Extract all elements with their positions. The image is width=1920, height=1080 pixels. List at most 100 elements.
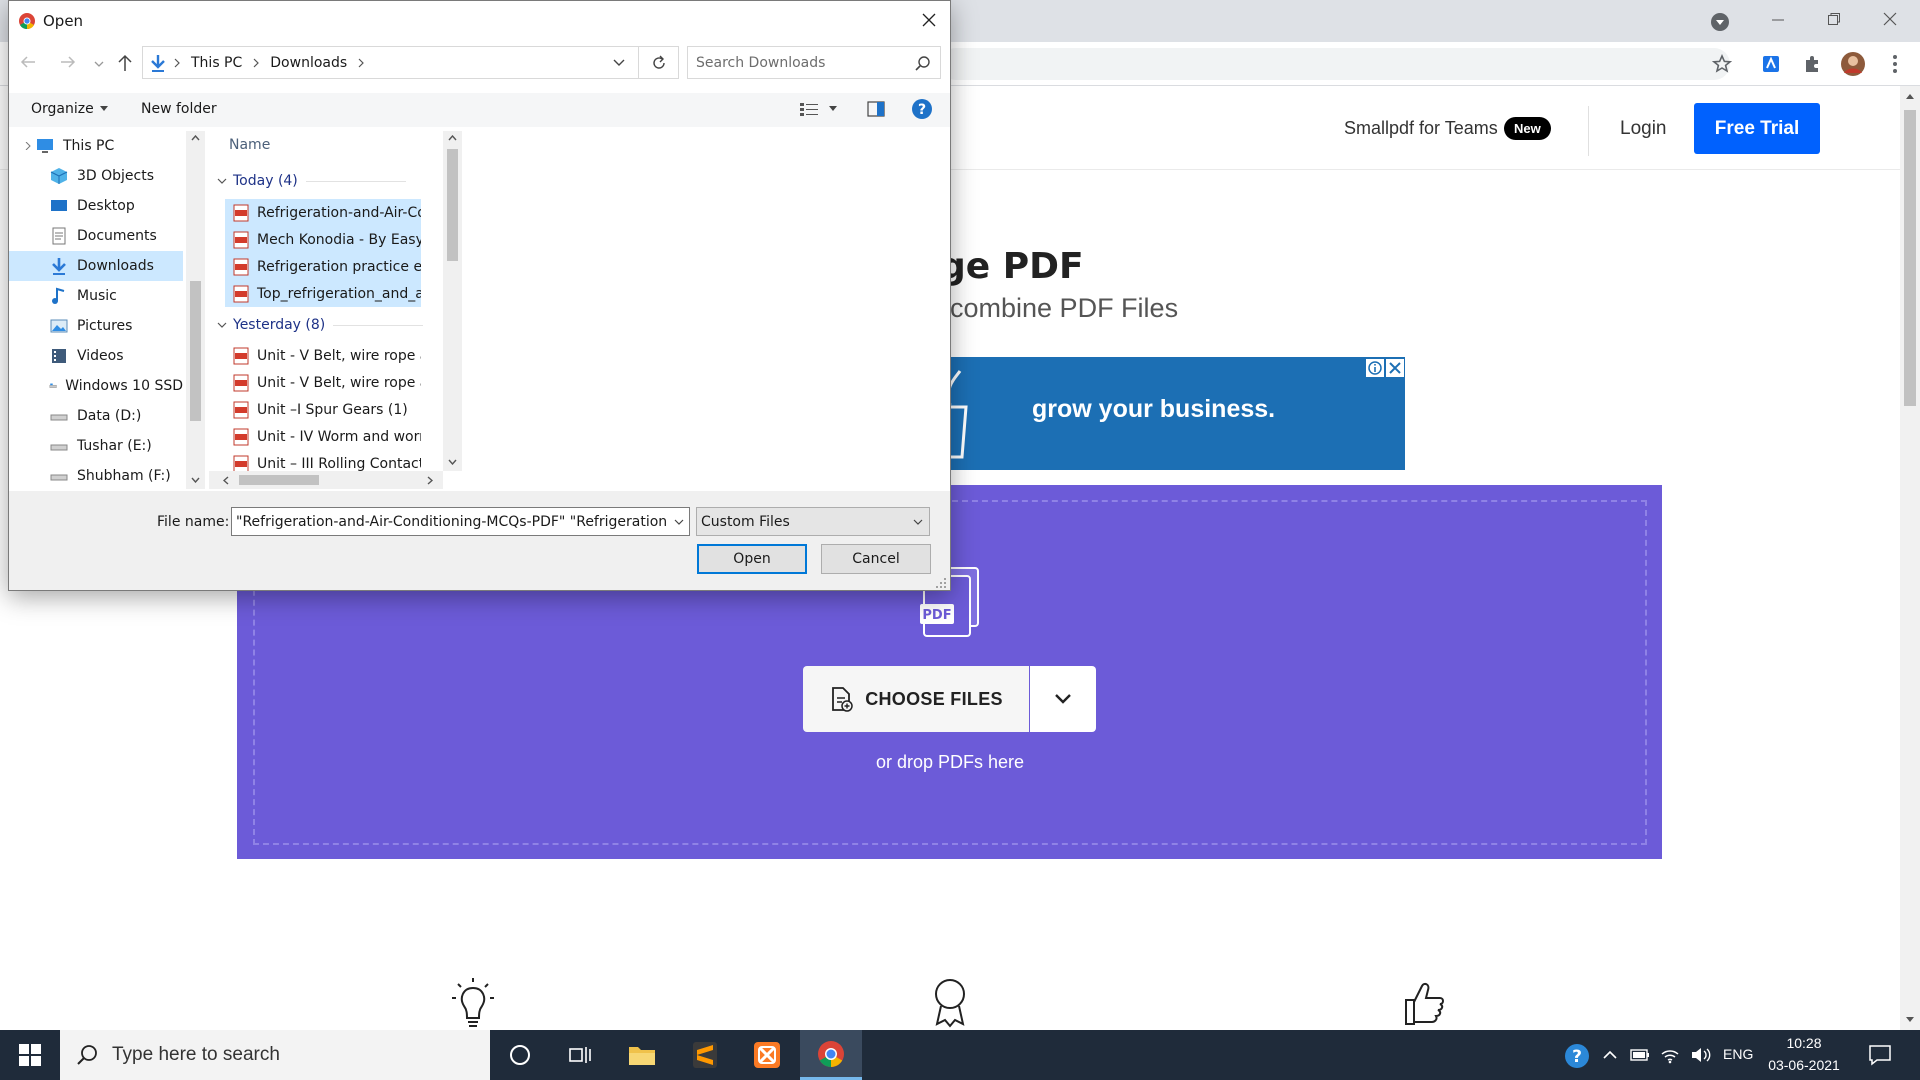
navigation-pane[interactable]: This PC 3D Objects Desktop Documents Dow… [9, 131, 205, 489]
preview-pane-icon[interactable] [867, 101, 885, 121]
browser-menu-icon[interactable] [1882, 51, 1908, 77]
close-window-icon[interactable] [1868, 4, 1912, 34]
wifi-icon[interactable] [1660, 1046, 1680, 1069]
file-name-dropdown[interactable] [669, 508, 689, 535]
nav-label: Desktop [77, 198, 135, 214]
file-list-horizontal-scrollbar[interactable] [209, 471, 443, 489]
new-folder-button[interactable]: New folder [141, 101, 217, 117]
file-row[interactable]: Top_refrigeration_and_air_conditioning [225, 280, 421, 307]
file-row[interactable]: Mech Konodia - By EasyEngineering [225, 226, 421, 253]
recent-locations-icon[interactable] [94, 57, 104, 73]
search-downloads-input[interactable]: Search Downloads [687, 46, 941, 79]
resize-grip-icon[interactable] [935, 577, 947, 589]
nav-pictures[interactable]: Pictures [9, 311, 183, 341]
nav-music[interactable]: Music [9, 281, 183, 311]
nav-shubham-f[interactable]: Shubham (F:) [9, 461, 183, 489]
clock-time[interactable]: 10:28 [1766, 1035, 1842, 1051]
dialog-command-bar: Organize New folder ? [9, 93, 950, 127]
nav-label: Shubham (F:) [77, 468, 171, 484]
cortana-icon[interactable] [491, 1030, 549, 1080]
file-row[interactable]: Refrigeration-and-Air-Conditioning-MCQs-… [225, 199, 421, 226]
teams-link[interactable]: Smallpdf for Teams [1344, 118, 1498, 139]
help-icon[interactable]: ? [1563, 1042, 1591, 1075]
ad-info-icon[interactable] [1366, 359, 1384, 377]
help-icon[interactable]: ? [911, 98, 933, 124]
nav-data-d[interactable]: Data (D:) [9, 401, 183, 431]
nav-tushar-e[interactable]: Tushar (E:) [9, 431, 183, 461]
group-header-yesterday[interactable]: Yesterday (8) [209, 313, 424, 337]
minimize-icon[interactable] [1756, 4, 1800, 34]
file-name-input[interactable]: "Refrigeration-and-Air-Conditioning-MCQs… [231, 507, 690, 536]
clock-date[interactable]: 03-06-2021 [1762, 1057, 1846, 1073]
drop-hint: or drop PDFs here [875, 752, 1025, 772]
up-arrow-icon[interactable] [116, 53, 134, 77]
page-scrollbar[interactable] [1900, 86, 1920, 1030]
file-type-select[interactable]: Custom Files [696, 507, 930, 536]
volume-icon[interactable] [1690, 1046, 1712, 1069]
breadcrumb-this-pc[interactable]: This PC [191, 55, 242, 71]
view-options-button[interactable] [799, 101, 837, 117]
nav-videos[interactable]: Videos [9, 341, 183, 371]
file-row[interactable]: Unit - V Belt, wire rope and chain drive… [225, 342, 421, 369]
pictures-icon [50, 319, 68, 333]
cube-icon [50, 168, 68, 184]
restore-icon[interactable] [1812, 4, 1856, 34]
column-header-name[interactable]: Name [229, 137, 270, 153]
start-button[interactable] [0, 1030, 60, 1080]
extension-icon[interactable] [1758, 51, 1784, 77]
refresh-icon[interactable] [639, 46, 679, 79]
battery-icon[interactable] [1630, 1047, 1650, 1068]
sublime-text-icon[interactable] [676, 1030, 734, 1080]
file-list[interactable]: Name Today (4) Refrigeration-and-Air-Con… [209, 131, 452, 489]
task-view-icon[interactable] [551, 1030, 609, 1080]
header-divider [1588, 106, 1589, 156]
cancel-button[interactable]: Cancel [821, 544, 931, 574]
organize-menu[interactable]: Organize [31, 101, 108, 117]
chevron-right-icon [174, 58, 180, 67]
free-trial-button[interactable]: Free Trial [1694, 103, 1820, 154]
nav-this-pc[interactable]: This PC [9, 131, 183, 161]
organize-label: Organize [31, 101, 94, 117]
nav-label: Tushar (E:) [77, 438, 152, 454]
open-button[interactable]: Open [697, 544, 807, 574]
taskbar-search-box[interactable]: Type here to search [60, 1030, 490, 1080]
avatar[interactable] [1840, 51, 1866, 77]
ad-banner[interactable]: grow your business. [920, 357, 1405, 470]
nav-windows-ssd[interactable]: Windows 10 SSD [9, 371, 183, 401]
dialog-close-icon[interactable] [914, 7, 944, 33]
ad-close-icon[interactable] [1386, 359, 1404, 377]
file-list-vertical-scrollbar[interactable] [443, 131, 462, 471]
profile-menu-icon[interactable] [1708, 10, 1732, 34]
file-row[interactable]: Refrigeration practice exam [225, 253, 421, 280]
chevron-up-icon[interactable] [1602, 1047, 1618, 1068]
thumbs-up-icon [1400, 976, 1446, 1033]
nav-documents[interactable]: Documents [9, 221, 183, 251]
forward-arrow-icon[interactable] [59, 53, 77, 75]
chrome-taskbar-icon[interactable] [800, 1030, 862, 1080]
file-row[interactable]: Unit - V Belt, wire rope and chain drive… [225, 369, 421, 396]
group-header-today[interactable]: Today (4) [209, 169, 406, 193]
choose-files-button[interactable]: CHOOSE FILES [803, 666, 1029, 732]
address-bar[interactable] [940, 48, 1730, 80]
choose-files-label: CHOOSE FILES [865, 688, 1003, 709]
nav-desktop[interactable]: Desktop [9, 191, 183, 221]
nav-downloads[interactable]: Downloads [9, 251, 183, 281]
xampp-icon[interactable] [738, 1030, 796, 1080]
chevron-right-icon [358, 58, 365, 67]
bookmark-star-icon[interactable] [1709, 51, 1735, 77]
nav-3d-objects[interactable]: 3D Objects [9, 161, 183, 191]
breadcrumb[interactable]: This PC Downloads [142, 46, 639, 79]
breadcrumb-downloads[interactable]: Downloads [270, 55, 347, 71]
chevron-down-icon[interactable] [613, 58, 625, 68]
language-indicator[interactable]: ENG [1723, 1046, 1753, 1062]
file-row[interactable]: Unit - IV Worm and worm gears [225, 423, 421, 450]
chevron-down-icon [217, 322, 227, 328]
file-row[interactable]: Unit –I Spur Gears (1) [225, 396, 421, 423]
extensions-puzzle-icon[interactable] [1799, 51, 1825, 77]
back-arrow-icon[interactable] [19, 53, 37, 75]
file-explorer-icon[interactable] [613, 1030, 671, 1080]
choose-files-dropdown[interactable] [1030, 666, 1096, 732]
notification-icon[interactable] [1868, 1043, 1892, 1072]
nav-scrollbar[interactable] [186, 131, 205, 489]
login-link[interactable]: Login [1620, 118, 1667, 140]
